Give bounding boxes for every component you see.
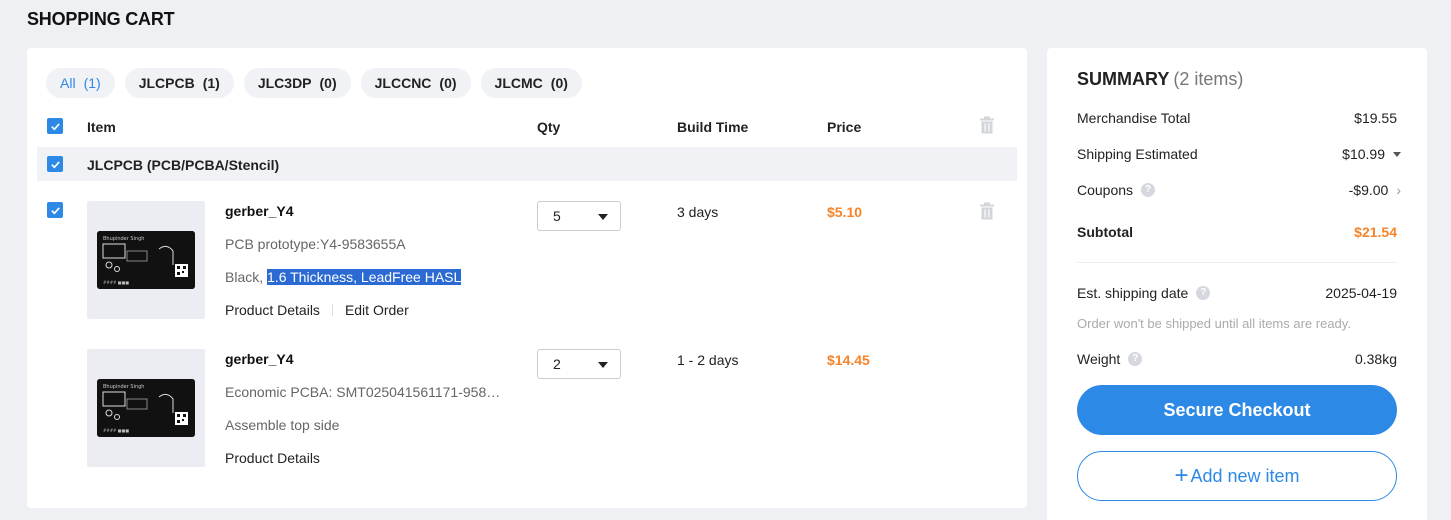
coupons-label-group: Coupons ? xyxy=(1077,182,1156,198)
caret-down-icon[interactable] xyxy=(1393,151,1401,157)
item-price: $14.45 xyxy=(827,352,870,368)
coupons-value-group[interactable]: -$9.00 › xyxy=(1349,182,1401,198)
svg-text:Bhupinder Singh: Bhupinder Singh xyxy=(103,384,144,390)
shipping-value-group[interactable]: $10.99 xyxy=(1342,146,1401,162)
chevron-right-icon[interactable]: › xyxy=(1396,182,1401,198)
link-divider xyxy=(331,304,333,316)
group-label: JLCPCB (PCB/PCBA/Stencil) xyxy=(87,157,280,173)
tab-label: JLCPCB xyxy=(138,75,195,91)
column-header-qty: Qty xyxy=(537,119,561,135)
summary-title: SUMMARY (2 items) xyxy=(1077,69,1243,90)
qty-select[interactable]: 5 xyxy=(537,201,621,231)
build-time: 1 - 2 days xyxy=(677,352,739,368)
item-spec: Economic PCBA: SMT025041561171-958… xyxy=(225,384,501,400)
summary-heading: SUMMARY xyxy=(1077,69,1170,89)
tab-count: (0) xyxy=(439,75,457,91)
tab-count: (0) xyxy=(319,75,337,91)
tab-label: JLCCNC xyxy=(374,75,432,91)
coupons-value: -$9.00 xyxy=(1348,182,1389,198)
item-links: Product Details Edit Order xyxy=(225,302,409,318)
weight-value: 0.38kg xyxy=(1354,351,1397,367)
help-icon[interactable]: ? xyxy=(1128,352,1143,366)
product-thumbnail[interactable]: Bhupinder Singh #### ■■■ xyxy=(87,201,205,319)
merch-total-label: Merchandise Total xyxy=(1077,110,1191,126)
add-new-item-label: Add new item xyxy=(1190,465,1300,486)
qty-select[interactable]: 2 xyxy=(537,349,621,379)
group-row-jlcpcb: JLCPCB (PCB/PCBA/Stencil) xyxy=(37,147,1017,181)
dropdown-arrow-icon xyxy=(598,214,608,220)
tab-count: (1) xyxy=(202,75,220,91)
item-name[interactable]: gerber_Y4 xyxy=(225,203,293,219)
tab-all[interactable]: All (1) xyxy=(46,68,115,98)
tab-count: (0) xyxy=(550,75,568,91)
shipping-label: Shipping Estimated xyxy=(1077,146,1198,162)
check-icon xyxy=(50,160,60,168)
summary-divider xyxy=(1077,262,1397,263)
help-icon[interactable]: ? xyxy=(1196,286,1211,300)
tab-jlcpcb[interactable]: JLCPCB (1) xyxy=(124,68,234,98)
add-new-item-button[interactable]: + Add new item xyxy=(1077,451,1397,501)
pcb-image: Bhupinder Singh #### ■■■ xyxy=(97,231,195,289)
column-header-build-time: Build Time xyxy=(677,119,749,135)
check-icon xyxy=(50,206,60,214)
dropdown-arrow-icon xyxy=(598,362,608,368)
help-icon[interactable]: ? xyxy=(1141,183,1156,197)
selected-text: 1.6 Thickness, LeadFree HASL xyxy=(267,269,462,285)
svg-text:Bhupinder Singh: Bhupinder Singh xyxy=(103,236,144,242)
item-checkbox[interactable] xyxy=(47,202,63,218)
product-thumbnail[interactable]: Bhupinder Singh #### ■■■ xyxy=(87,349,205,467)
qty-value: 5 xyxy=(553,208,561,224)
tab-label: JLCMC xyxy=(494,75,543,91)
item-links: Product Details xyxy=(225,450,320,466)
trash-item-icon[interactable] xyxy=(979,202,995,220)
trash-all-icon[interactable] xyxy=(979,116,995,134)
subtotal-label: Subtotal xyxy=(1077,224,1133,240)
product-details-link[interactable]: Product Details xyxy=(225,302,320,318)
coupons-label: Coupons xyxy=(1077,182,1134,198)
tab-jlc3dp[interactable]: JLC3DP (0) xyxy=(243,68,351,98)
item-options: Assemble top side xyxy=(225,417,340,433)
column-header-item: Item xyxy=(87,119,116,135)
product-details-link[interactable]: Product Details xyxy=(225,450,320,466)
group-checkbox[interactable] xyxy=(47,156,63,172)
plus-icon: + xyxy=(1174,462,1189,489)
shipping-note: Order won't be shipped until all items a… xyxy=(1077,316,1351,331)
column-header-price: Price xyxy=(827,119,862,135)
merch-total-value: $19.55 xyxy=(1354,110,1397,126)
shipping-value: $10.99 xyxy=(1342,146,1385,162)
tab-jlccnc[interactable]: JLCCNC (0) xyxy=(360,68,471,98)
qty-value: 2 xyxy=(553,356,561,372)
weight-label: Weight xyxy=(1077,351,1121,367)
tab-label: JLC3DP xyxy=(257,75,312,91)
weight-label-group: Weight ? xyxy=(1077,351,1143,367)
item-spec: PCB prototype:Y4-9583655A xyxy=(225,236,406,252)
select-all-checkbox[interactable] xyxy=(47,118,63,134)
secure-checkout-button[interactable]: Secure Checkout xyxy=(1077,385,1397,435)
ship-date-value: 2025-04-19 xyxy=(1325,285,1397,301)
item-options-plain: Black, xyxy=(225,269,268,285)
subtotal-value: $21.54 xyxy=(1354,224,1397,240)
check-icon xyxy=(50,122,60,130)
item-price: $5.10 xyxy=(827,204,863,220)
ship-date-label-group: Est. shipping date ? xyxy=(1077,285,1211,301)
cart-panel: All (1) JLCPCB (1) JLC3DP (0) JLCCNC (0) JLC… xyxy=(27,48,1027,508)
tab-label: All xyxy=(60,75,76,91)
summary-panel: SUMMARY (2 items) Merchandise Total $19.5… xyxy=(1047,48,1427,520)
edit-order-link[interactable]: Edit Order xyxy=(345,302,409,318)
build-time: 3 days xyxy=(677,204,719,220)
category-tabs: All (1) JLCPCB (1) JLC3DP (0) JLCCNC (0) JLC… xyxy=(46,68,582,98)
summary-item-count: (2 items) xyxy=(1173,69,1244,89)
page-title: SHOPPING CART xyxy=(27,9,175,29)
svg-text:#### ■■■: #### ■■■ xyxy=(103,280,129,285)
item-name[interactable]: gerber_Y4 xyxy=(225,351,293,367)
tab-count: (1) xyxy=(83,75,101,91)
pcb-image: Bhupinder Singh #### ■■■ xyxy=(97,379,195,437)
ship-date-label: Est. shipping date xyxy=(1077,285,1189,301)
svg-text:#### ■■■: #### ■■■ xyxy=(103,428,129,433)
item-options: Black, 1.6 Thickness, LeadFree HASL xyxy=(225,269,462,285)
tab-jlcmc[interactable]: JLCMC (0) xyxy=(480,68,582,98)
